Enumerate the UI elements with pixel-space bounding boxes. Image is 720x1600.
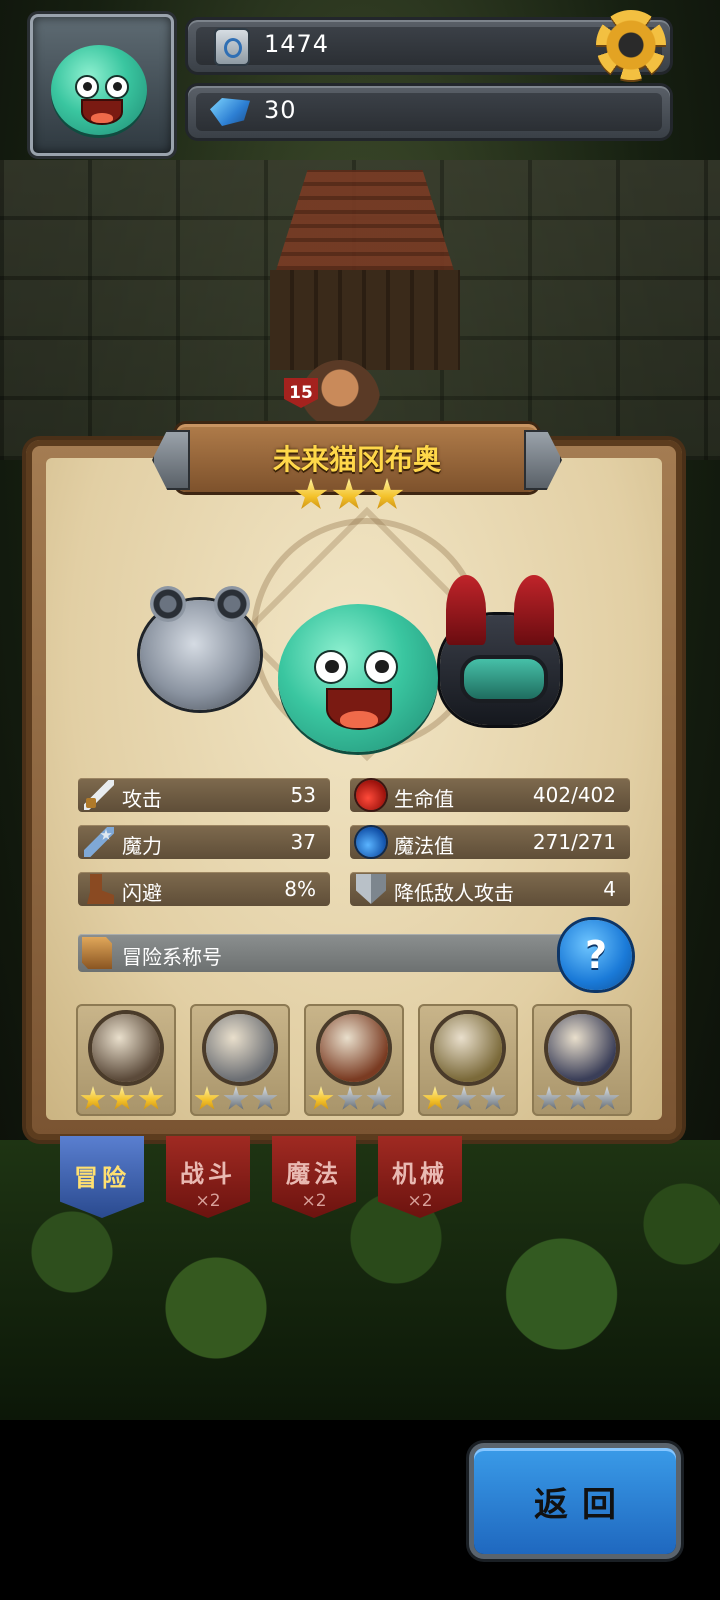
stat-mp-value: 271/271 [532,830,616,854]
title-scroll-icon [82,937,112,969]
title-badge-slot[interactable] [76,1004,176,1116]
stat-magic-label: 魔力 [122,834,162,858]
stat-hp-label: 生命值 [394,787,454,811]
trophy-crown-badge-icon [548,1014,616,1082]
title-badge-slot[interactable] [418,1004,518,1116]
title-badge-slot[interactable] [304,1004,404,1116]
wooden-gate [270,270,460,370]
knight-slime-pet [440,575,560,725]
medal-coin-icon [214,28,250,66]
star-icon [294,478,328,509]
stat-magic-value: 37 [290,830,316,854]
character-rating-stars [294,478,404,512]
star-icon [370,478,404,509]
back-button-label: 返回 [534,1484,630,1525]
telescope-badge-icon [92,1014,160,1082]
title-section-label: 冒险系称号 [122,945,222,969]
star-icon [80,1086,106,1110]
title-badge-slot[interactable] [190,1004,290,1116]
empty-star-icon [451,1086,477,1110]
character-name: 未来猫冈布奥 [272,443,441,476]
tab-mechanical-label: 机械 [392,1160,448,1188]
badge-stars [194,1086,278,1112]
tab-mechanical[interactable]: 机械 ×2 [378,1136,462,1218]
empty-star-icon [337,1086,363,1110]
shield-icon [356,874,386,904]
sword-icon [84,780,114,810]
stat-mp: 魔法值 271/271 [350,825,630,859]
boot-icon [87,874,114,904]
star-icon [138,1086,164,1110]
pig-shield-badge-icon [206,1014,274,1082]
back-button[interactable]: 返回 [474,1448,676,1554]
player-avatar[interactable] [30,14,174,156]
currency-bar-gems: 30 [188,86,670,138]
stat-dodge: 闪避 8% [78,872,330,906]
empty-star-icon [366,1086,392,1110]
stat-magic: 魔力 37 [78,825,330,859]
medal-count: 1474 [264,30,330,58]
star-icon [194,1086,220,1110]
tab-magic-label: 魔法 [286,1160,342,1188]
magic-wand-icon [84,827,114,857]
stat-defense-label: 降低敌人攻击 [394,881,514,905]
question-mark-icon: ? [584,933,608,977]
tab-combat[interactable]: 战斗 ×2 [166,1136,250,1218]
empty-star-icon [480,1086,506,1110]
title-badge-slot[interactable] [532,1004,632,1116]
title-section-bar: 冒险系称号 [78,934,590,972]
tab-adventure-label: 冒险 [74,1164,130,1192]
tab-magic[interactable]: 魔法 ×2 [272,1136,356,1218]
stat-defense: 降低敌人攻击 4 [350,872,630,906]
empty-star-icon [252,1086,278,1110]
stat-hp: 生命值 402/402 [350,778,630,812]
gold-laurel-badge-icon [434,1014,502,1082]
badge-stars [308,1086,392,1112]
star-icon [308,1086,334,1110]
stat-defense-value: 4 [603,877,616,901]
empty-star-icon [223,1086,249,1110]
star-icon [109,1086,135,1110]
empty-star-icon [536,1086,562,1110]
badge-stars [80,1086,164,1112]
robot-slime-pet [140,586,260,710]
treasure-sack-badge-icon [320,1014,388,1082]
stat-attack-label: 攻击 [122,787,162,811]
stat-hp-value: 402/402 [532,783,616,807]
star-icon [422,1086,448,1110]
avatar-slime-icon [51,45,147,135]
stat-dodge-label: 闪避 [122,881,162,905]
stat-dodge-value: 8% [284,877,316,901]
empty-star-icon [565,1086,591,1110]
stat-attack: 攻击 53 [78,778,330,812]
badge-stars [536,1086,620,1112]
future-cat-slime [278,604,438,752]
tab-combat-label: 战斗 [180,1160,236,1188]
blue-potion-icon [356,827,386,857]
star-icon [332,478,366,509]
gem-count: 30 [264,96,297,124]
empty-star-icon [594,1086,620,1110]
red-potion-icon [356,780,386,810]
stat-mp-label: 魔法值 [394,834,454,858]
help-button[interactable]: ? [560,920,632,990]
tab-adventure[interactable]: 冒险 [60,1136,144,1218]
badge-stars [422,1086,506,1112]
stat-attack-value: 53 [290,783,316,807]
gear-icon[interactable] [596,10,666,80]
